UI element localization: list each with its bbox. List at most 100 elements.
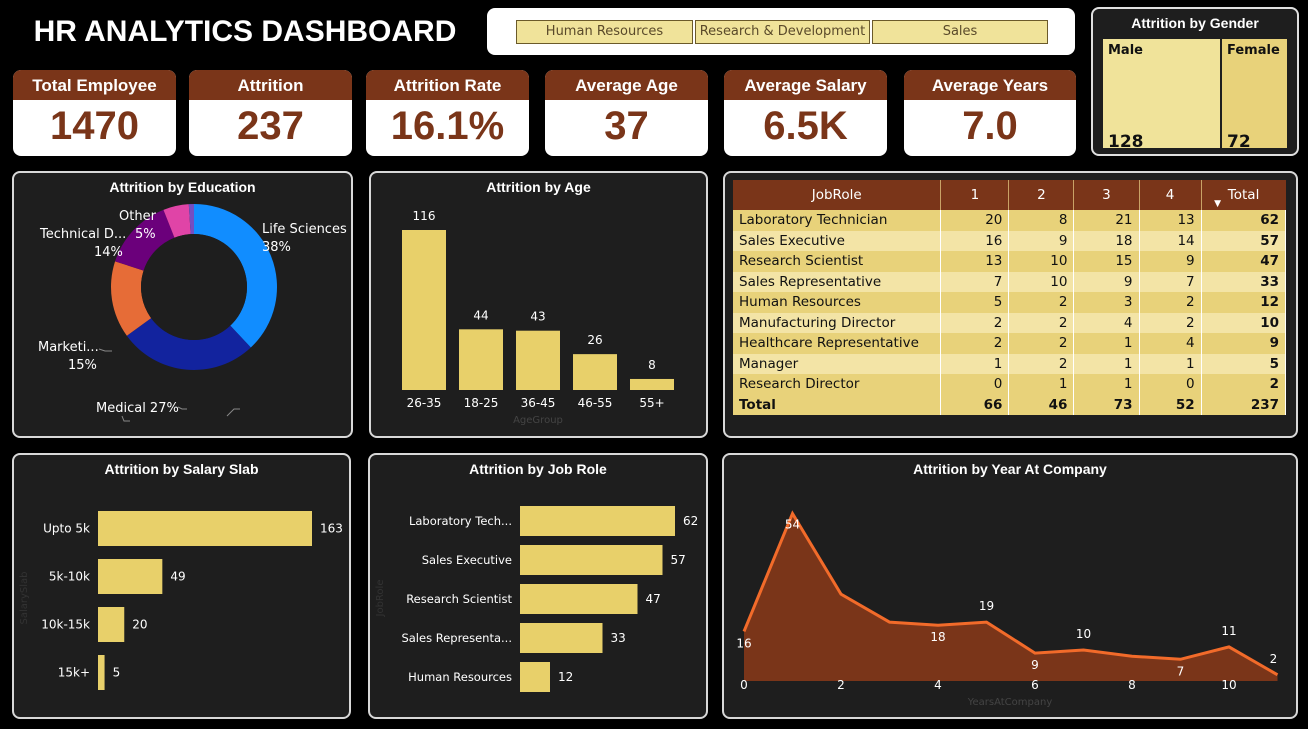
- years-point-label: 16: [736, 636, 751, 650]
- jobrole-bar[interactable]: [520, 623, 603, 653]
- jobrole-bar[interactable]: [520, 662, 550, 692]
- jobrole-tick-label: Human Resources: [408, 670, 512, 684]
- gender-title: Attrition by Gender: [1131, 15, 1259, 31]
- gender-label: Male: [1108, 43, 1143, 58]
- jobrole-tick-label: Research Scientist: [406, 592, 512, 606]
- age-bar-value: 44: [473, 308, 488, 322]
- years-tick-label: 8: [1128, 678, 1136, 692]
- jobrole-tick-label: Sales Executive: [422, 553, 512, 567]
- jobrole-bar-value: 57: [671, 553, 686, 567]
- slicer-option-sales[interactable]: Sales: [872, 20, 1048, 44]
- col-header-2[interactable]: 2: [1008, 180, 1075, 210]
- value-cell: 16: [940, 230, 1010, 251]
- age-axis-label: AgeGroup: [513, 415, 563, 426]
- age-tick-label: 36-45: [521, 396, 556, 410]
- edu-label-medical: Medical 27%: [96, 401, 179, 416]
- value-cell: 5: [940, 292, 1010, 313]
- table-row[interactable]: Manager 1 2 1 1 5: [733, 353, 1287, 374]
- table-row[interactable]: Manufacturing Director 2 2 4 2 10: [733, 312, 1287, 333]
- age-bar[interactable]: [630, 378, 674, 390]
- kpi-label: Attrition: [189, 70, 352, 100]
- leader-line: [226, 408, 240, 417]
- col-header-total[interactable]: Total ▼: [1201, 180, 1286, 210]
- kpi-value: 6.5K: [763, 104, 848, 148]
- salary-bar-chart: Upto 5k 163 5k-10k 49 10k-15k 20 15k+ 5 SalaryS…: [19, 511, 343, 690]
- age-bar[interactable]: [402, 230, 446, 390]
- kpi-card-average-age: Average Age 37: [545, 70, 708, 156]
- salary-tick-label: 5k-10k: [49, 570, 90, 584]
- kpi-value: 37: [604, 104, 649, 148]
- jobrole-bar-value: 12: [558, 670, 573, 684]
- jobrole-bar[interactable]: [520, 584, 638, 614]
- col-header-1[interactable]: 1: [940, 180, 1010, 210]
- col-header-4[interactable]: 4: [1139, 180, 1202, 210]
- jobrole-axis-label: JobRole: [375, 580, 386, 618]
- slicer-option-human-resources[interactable]: Human Resources: [516, 20, 693, 44]
- years-point-label: 11: [1221, 624, 1236, 638]
- jobrole-bar[interactable]: [520, 506, 675, 536]
- total-value-cell: 52: [1139, 394, 1202, 415]
- table-row[interactable]: Laboratory Technician 20 8 21 13 62: [733, 210, 1287, 231]
- col-header-3[interactable]: 3: [1073, 180, 1140, 210]
- col-header-jobrole[interactable]: JobRole: [733, 180, 942, 210]
- years-point-label: 54: [785, 518, 800, 532]
- value-cell: 9: [1201, 333, 1287, 354]
- jobrole-cell: Research Director: [733, 374, 942, 395]
- salary-bar-value: 20: [132, 618, 147, 632]
- table-row[interactable]: Sales Representative 7 10 9 7 33: [733, 271, 1287, 292]
- years-point-label: 10: [1076, 627, 1091, 641]
- table-row[interactable]: Human Resources 5 2 3 2 12: [733, 292, 1287, 313]
- kpi-card-attrition-rate: Attrition Rate 16.1%: [366, 70, 529, 156]
- salary-bar[interactable]: [98, 607, 125, 642]
- gender-panel: Attrition by Gender Male 128 Female 72: [1091, 7, 1299, 156]
- value-cell: 9: [1008, 230, 1075, 251]
- table-row[interactable]: Sales Executive 16 9 18 14 57: [733, 230, 1287, 251]
- value-cell: 2: [1139, 312, 1202, 333]
- value-cell: 2: [1008, 292, 1075, 313]
- value-cell: 9: [1139, 251, 1202, 272]
- slicer-option-research-development[interactable]: Research & Development: [695, 20, 870, 44]
- total-value-cell: 73: [1073, 394, 1140, 415]
- gender-tile-female[interactable]: Female 72: [1222, 39, 1287, 152]
- value-cell: 18: [1073, 230, 1140, 251]
- table-row[interactable]: Research Scientist 13 10 15 9 47: [733, 251, 1287, 272]
- years-point-label: 18: [930, 630, 945, 644]
- table-row[interactable]: Healthcare Representative 2 2 1 4 9: [733, 333, 1287, 354]
- value-cell: 2: [1008, 333, 1075, 354]
- value-cell: 10: [1201, 312, 1287, 333]
- years-point-label: 9: [1031, 658, 1039, 672]
- years-tick-label: 2: [837, 678, 845, 692]
- value-cell: 2: [940, 333, 1010, 354]
- edu-label-life-sciences: Life Sciences: [262, 222, 347, 237]
- value-cell: 1: [1073, 374, 1140, 395]
- kpi-label: Average Age: [545, 70, 708, 100]
- value-cell: 3: [1073, 292, 1140, 313]
- jobrole-cell: Healthcare Representative: [733, 333, 942, 354]
- value-cell: 9: [1073, 271, 1140, 292]
- age-bar[interactable]: [516, 330, 560, 390]
- gender-value: 128: [1108, 132, 1144, 152]
- value-cell: 13: [1139, 210, 1202, 231]
- salary-bar[interactable]: [98, 511, 312, 546]
- edu-label-marketing-pct: 15%: [68, 358, 97, 373]
- salary-bar-value: 49: [170, 570, 185, 584]
- value-cell: 1: [1008, 374, 1075, 395]
- kpi-card-average-years: Average Years 7.0: [904, 70, 1076, 156]
- years-panel: Attrition by Year At Company 16 54 18 19 9 10…: [722, 453, 1298, 719]
- jobrole-bar[interactable]: [520, 545, 663, 575]
- gender-tile-male[interactable]: Male 128: [1103, 39, 1220, 152]
- age-bar-value: 26: [587, 333, 602, 347]
- age-bar[interactable]: [573, 354, 617, 390]
- salary-tick-label: Upto 5k: [43, 522, 90, 536]
- years-point-label: 2: [1270, 652, 1278, 666]
- value-cell: 20: [940, 210, 1010, 231]
- table-row[interactable]: Research Director 0 1 1 0 2: [733, 374, 1287, 395]
- salary-bar[interactable]: [98, 655, 105, 690]
- jobrole-table: JobRole 1 2 3 4 Total ▼ Laboratory Techn…: [733, 180, 1287, 415]
- age-bar[interactable]: [459, 329, 503, 390]
- value-cell: 1: [1073, 353, 1140, 374]
- salary-bar-value: 5: [113, 666, 121, 680]
- jobrole-tick-label: Laboratory Tech...: [409, 514, 512, 528]
- salary-bar[interactable]: [98, 559, 163, 594]
- gender-label: Female: [1227, 43, 1280, 58]
